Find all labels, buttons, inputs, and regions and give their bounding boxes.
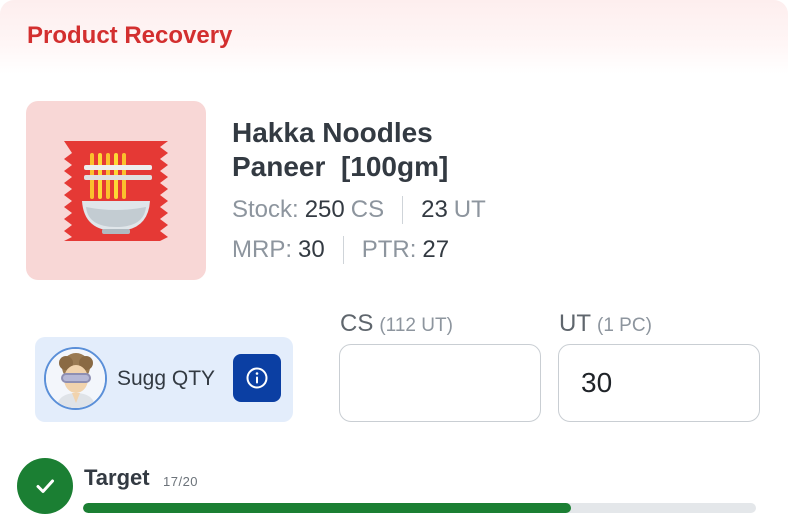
info-icon [246, 367, 268, 389]
assistant-avatar-icon [44, 347, 107, 410]
stock-row: Stock: 250 CS 23 UT [232, 195, 486, 225]
stock-cs-unit: CS [350, 196, 385, 223]
target-progress-fill [83, 503, 571, 513]
price-row: MRP: 30 PTR: 27 [232, 235, 449, 265]
ptr-value: 27 [422, 236, 450, 263]
page-title: Product Recovery [27, 22, 233, 49]
target-progress-bar [83, 503, 756, 513]
mrp-value: 30 [298, 236, 325, 263]
product-name: Hakka Noodles Paneer [100gm] [232, 116, 652, 184]
info-button[interactable] [233, 354, 281, 402]
stock-ut-unit: UT [453, 196, 486, 223]
ut-sub-label: (1 PC) [597, 315, 652, 336]
target-count: 17/20 [163, 474, 199, 489]
target-label: Target [84, 465, 150, 490]
stock-label: Stock: [232, 196, 299, 223]
target-status [17, 458, 73, 514]
cs-sub-label: (112 UT) [379, 315, 453, 336]
mrp-label: MRP: [232, 236, 292, 263]
product-recovery-card: Product Recovery Hakka Noodles Paneer [1… [0, 0, 788, 531]
cs-quantity-input[interactable] [339, 344, 541, 422]
ut-label: UT [559, 310, 591, 337]
header: Product Recovery [0, 0, 788, 74]
product-image [26, 101, 206, 280]
product-name-line1: Hakka Noodles [232, 117, 433, 148]
stock-ut-value: 23 [421, 196, 448, 223]
product-name-line2: Paneer [100gm] [232, 151, 449, 182]
divider [402, 196, 404, 224]
ptr-label: PTR: [361, 236, 417, 263]
divider [342, 236, 344, 264]
ut-qty-label: UT (1 PC) [559, 310, 652, 338]
cs-qty-label: CS (112 UT) [340, 310, 453, 338]
check-icon [36, 479, 54, 493]
sugg-qty-label: Sugg QTY [117, 367, 216, 390]
cs-label: CS [340, 310, 374, 337]
ut-quantity-input[interactable] [558, 344, 760, 422]
noodle-packet-icon [64, 141, 168, 241]
stock-cs-value: 250 [304, 196, 345, 223]
suggested-qty-panel: Sugg QTY [35, 337, 293, 422]
